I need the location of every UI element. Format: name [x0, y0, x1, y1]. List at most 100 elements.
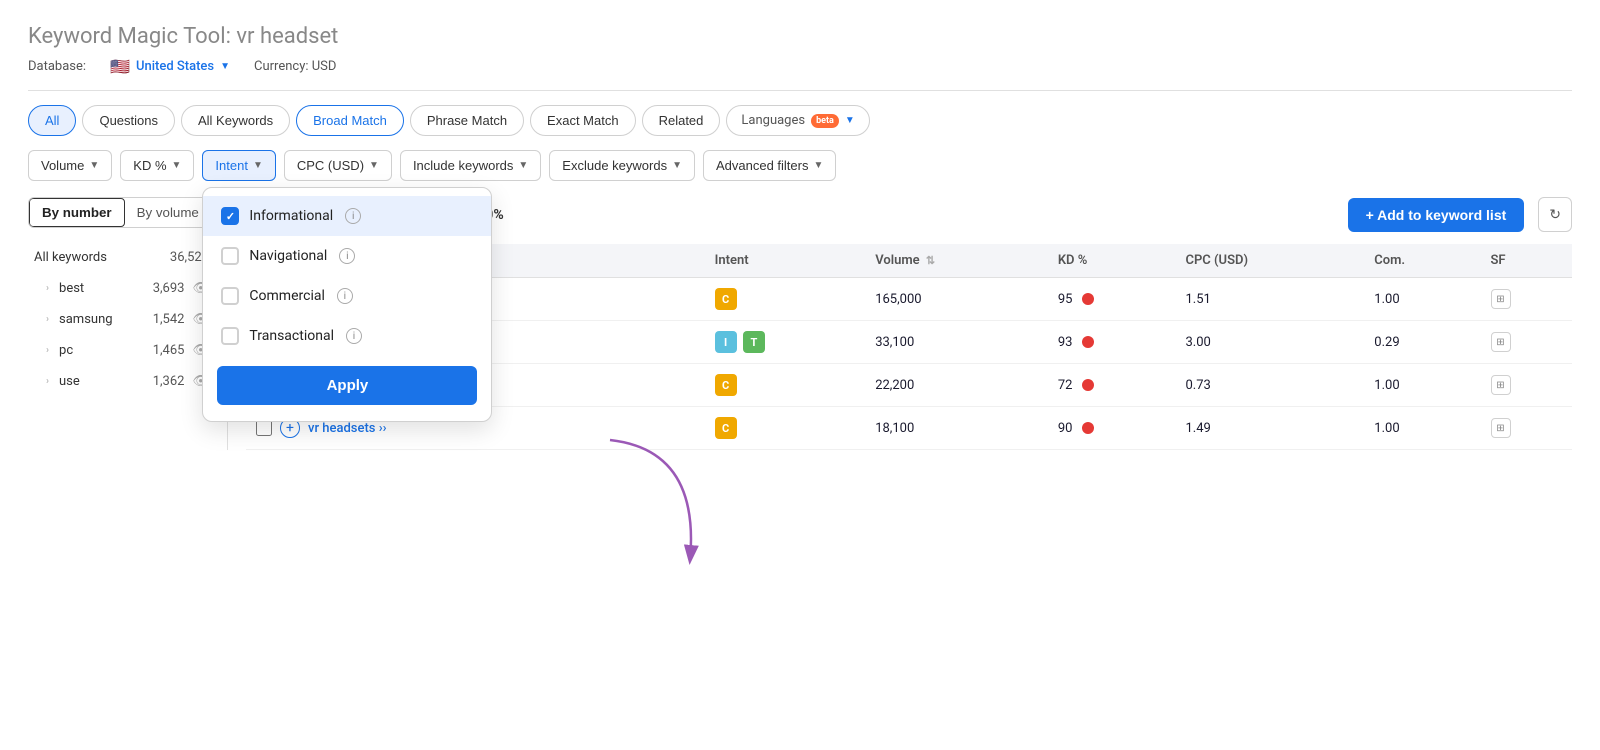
sf-cell: ⊞ [1481, 278, 1573, 321]
row-checkbox[interactable] [256, 420, 272, 436]
col-cpc: CPC (USD) [1175, 244, 1364, 278]
intent-commercial-item[interactable]: Commercial i [203, 276, 491, 316]
tab-exact-match[interactable]: Exact Match [530, 105, 636, 136]
sidebar-item-all-keywords[interactable]: All keywords 36,523 [28, 242, 215, 273]
transactional-checkbox[interactable] [221, 327, 239, 345]
intent-cell: C [705, 278, 866, 321]
serp-icon[interactable]: ⊞ [1491, 332, 1511, 352]
refresh-button[interactable]: ↻ [1538, 197, 1572, 232]
view-by-volume-btn[interactable]: By volume [125, 198, 211, 227]
serp-icon[interactable]: ⊞ [1491, 418, 1511, 438]
tab-phrase-match[interactable]: Phrase Match [410, 105, 524, 136]
tabs-row: All Questions All Keywords Broad Match P… [28, 105, 1572, 136]
com-cell: 1.00 [1364, 364, 1480, 407]
chevron-down-icon: ▼ [172, 160, 182, 171]
intent-badge-commercial: C [715, 288, 737, 310]
chevron-right-icon: › [46, 283, 49, 294]
informational-checkbox[interactable] [221, 207, 239, 225]
sf-cell: ⊞ [1481, 321, 1573, 364]
meta-row: Database: 🇺🇸 United States ▼ Currency: U… [28, 57, 1572, 76]
com-cell: 0.29 [1364, 321, 1480, 364]
chevron-right-icon: › [46, 376, 49, 387]
beta-badge: beta [811, 114, 839, 128]
navigational-label: Navigational [249, 248, 327, 264]
sidebar-pc-label: pc [59, 343, 73, 358]
intent-cell: C [705, 364, 866, 407]
kd-indicator [1082, 293, 1094, 305]
chevron-down-icon: ▼ [89, 160, 99, 171]
filter-cpc[interactable]: CPC (USD) ▼ [284, 150, 392, 181]
col-kd: KD % [1048, 244, 1176, 278]
kd-cell: 72 [1048, 364, 1176, 407]
informational-info-icon: i [345, 208, 361, 224]
serp-icon[interactable]: ⊞ [1491, 375, 1511, 395]
sidebar-best-count: 3,693 [153, 281, 185, 296]
serp-icon[interactable]: ⊞ [1491, 289, 1511, 309]
chevron-down-icon: ▼ [813, 160, 823, 171]
kd-indicator [1082, 336, 1094, 348]
sidebar-item-use[interactable]: › use 1,362 👁 [28, 366, 215, 397]
sidebar-item-pc[interactable]: › pc 1,465 👁 [28, 335, 215, 366]
languages-chevron-icon: ▼ [845, 115, 855, 126]
filter-exclude-keywords[interactable]: Exclude keywords ▼ [549, 150, 695, 181]
kd-cell: 90 [1048, 407, 1176, 450]
filter-include-keywords[interactable]: Include keywords ▼ [400, 150, 541, 181]
sidebar-item-samsung[interactable]: › samsung 1,542 👁 [28, 304, 215, 335]
intent-badge-commercial: C [715, 417, 737, 439]
col-volume: Volume ⇅ [865, 244, 1048, 278]
sidebar-samsung-count: 1,542 [153, 312, 185, 327]
sidebar-item-best[interactable]: › best 3,693 👁 [28, 273, 215, 304]
kd-indicator [1082, 379, 1094, 391]
filter-volume[interactable]: Volume ▼ [28, 150, 112, 181]
sidebar-best-label: best [59, 281, 84, 296]
page-container: Keyword Magic Tool: vr headset Database:… [0, 0, 1600, 750]
tab-broad-match[interactable]: Broad Match [296, 105, 404, 136]
volume-cell: 18,100 [865, 407, 1048, 450]
filter-intent-label: Intent [215, 158, 248, 173]
sidebar-use-label: use [59, 374, 80, 389]
tab-languages[interactable]: Languages beta ▼ [726, 105, 869, 136]
filter-intent[interactable]: Intent ▼ [202, 150, 275, 181]
tab-all-keywords[interactable]: All Keywords [181, 105, 290, 136]
informational-label: Informational [249, 208, 333, 224]
cpc-cell: 1.51 [1175, 278, 1364, 321]
tab-questions[interactable]: Questions [82, 105, 175, 136]
intent-transactional-item[interactable]: Transactional i [203, 316, 491, 356]
filter-volume-label: Volume [41, 158, 84, 173]
sf-cell: ⊞ [1481, 407, 1573, 450]
col-com: Com. [1364, 244, 1480, 278]
database-selector[interactable]: 🇺🇸 United States ▼ [110, 57, 230, 76]
chevron-down-icon: ▼ [220, 61, 230, 72]
view-by-number-btn[interactable]: By number [29, 198, 125, 227]
intent-badge-commercial: C [715, 374, 737, 396]
sort-icon: ⇅ [926, 254, 935, 267]
keyword-link[interactable]: vr headsets ›› [308, 421, 387, 436]
page-title-main: Keyword Magic Tool: [28, 24, 231, 49]
filter-kd[interactable]: KD % ▼ [120, 150, 194, 181]
intent-navigational-item[interactable]: Navigational i [203, 236, 491, 276]
sidebar-pc-count: 1,465 [153, 343, 185, 358]
exclude-keywords-label: Exclude keywords [562, 158, 667, 173]
advanced-filters-label: Advanced filters [716, 158, 809, 173]
intent-cell: I T [705, 321, 866, 364]
chevron-down-icon: ▼ [253, 160, 263, 171]
com-cell: 1.00 [1364, 278, 1480, 321]
tab-related[interactable]: Related [642, 105, 721, 136]
flag-icon: 🇺🇸 [110, 57, 130, 76]
volume-cell: 33,100 [865, 321, 1048, 364]
tab-all[interactable]: All [28, 105, 76, 136]
filter-advanced[interactable]: Advanced filters ▼ [703, 150, 836, 181]
intent-cell: C [705, 407, 866, 450]
intent-badge-informational: I [715, 331, 737, 353]
add-to-keyword-list-button[interactable]: + Add to keyword list [1348, 198, 1525, 232]
commercial-info-icon: i [337, 288, 353, 304]
apply-button[interactable]: Apply [217, 366, 477, 405]
filter-kd-label: KD % [133, 158, 166, 173]
intent-badge-transactional: T [743, 331, 765, 353]
navigational-info-icon: i [339, 248, 355, 264]
navigational-checkbox[interactable] [221, 247, 239, 265]
sidebar-all-keywords-label: All keywords [34, 250, 107, 265]
commercial-checkbox[interactable] [221, 287, 239, 305]
chevron-down-icon: ▼ [518, 160, 528, 171]
intent-informational-item[interactable]: Informational i [203, 196, 491, 236]
